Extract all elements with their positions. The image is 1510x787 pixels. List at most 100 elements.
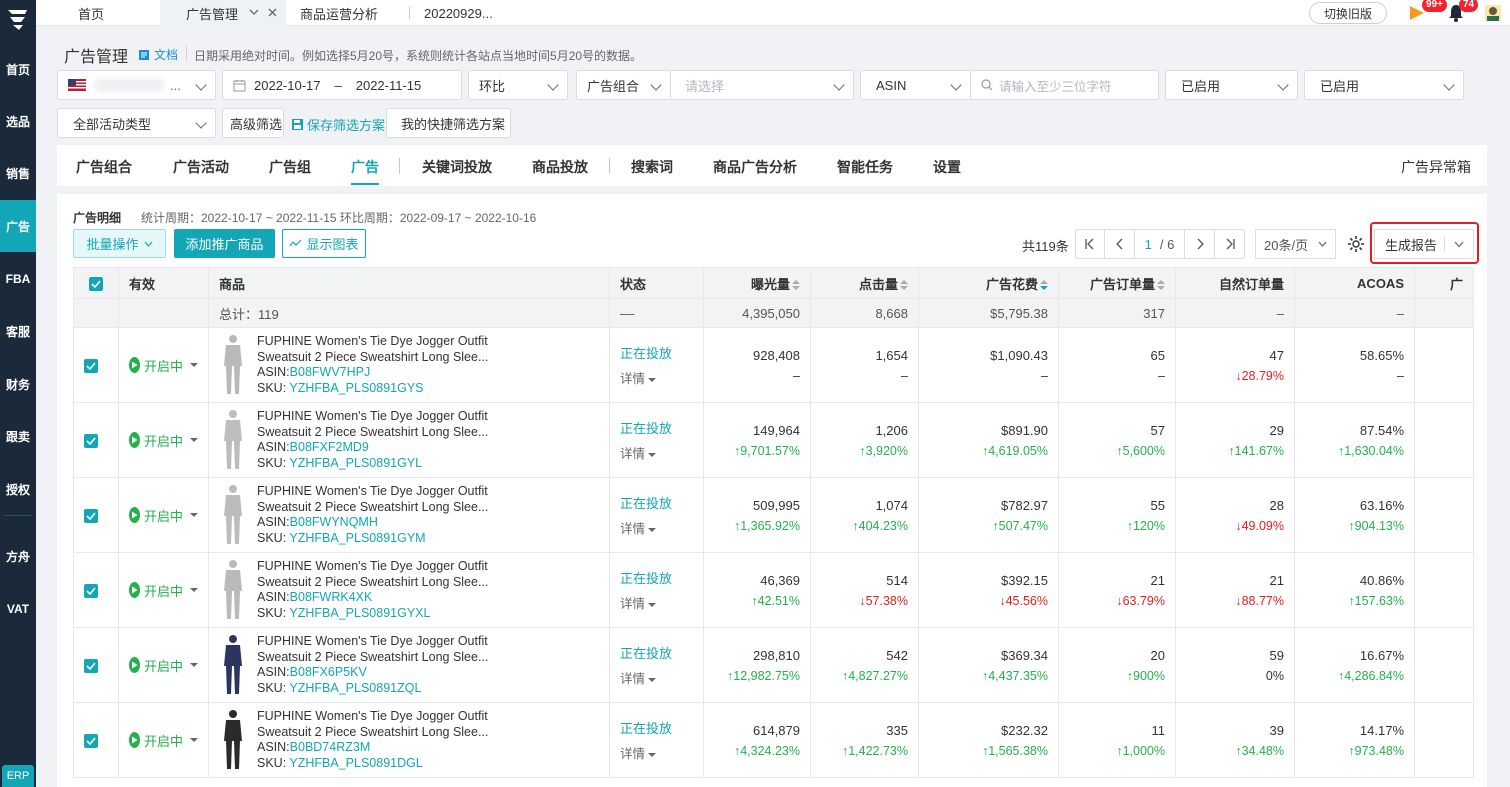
row-state-cell[interactable]: 开启中 xyxy=(118,552,209,628)
status-select-1[interactable]: 已启用 xyxy=(1165,70,1298,100)
erp-button[interactable]: ERP xyxy=(2,765,34,787)
row-checkbox[interactable] xyxy=(84,583,98,598)
tab-ad-group[interactable]: 广告组 xyxy=(269,157,311,185)
product-title-line2[interactable]: Sweatsuit 2 Piece Sweatshirt Long Slee..… xyxy=(257,650,488,666)
row-select-cell[interactable] xyxy=(73,327,119,403)
sidebar-item-service[interactable]: 客服 xyxy=(0,305,36,357)
table-row[interactable]: 开启中 FUPHINE Women's Tie Dye Jogger Outfi… xyxy=(73,327,1474,403)
asin-link[interactable]: B08FX6P5KV xyxy=(290,665,367,679)
tab-product-analysis[interactable]: 商品运营分析 xyxy=(286,0,410,26)
product-title-line1[interactable]: FUPHINE Women's Tie Dye Jogger Outfit xyxy=(257,709,488,725)
sidebar-item-home[interactable]: 首页 xyxy=(0,43,36,95)
row-select-cell[interactable] xyxy=(73,702,119,778)
row-state-cell[interactable]: 开启中 xyxy=(118,327,209,403)
product-thumbnail[interactable] xyxy=(219,484,247,546)
show-chart-button[interactable]: 显示图表 xyxy=(282,229,366,258)
product-thumbnail[interactable] xyxy=(219,409,247,471)
marketplace-select[interactable]: ... xyxy=(57,70,216,100)
sku-link[interactable]: YZHFBA_PLS0891GYS xyxy=(289,381,423,395)
tab-report-20220929[interactable]: 20220929... xyxy=(410,0,530,26)
batch-operation-button[interactable]: 批量操作 xyxy=(73,229,166,258)
row-checkbox[interactable] xyxy=(84,658,98,673)
sku-link[interactable]: YZHFBA_PLS0891DGL xyxy=(289,756,422,770)
asin-link[interactable]: B08FXF2MD9 xyxy=(290,440,369,454)
product-title-line1[interactable]: FUPHINE Women's Tie Dye Jogger Outfit xyxy=(257,484,488,500)
table-row[interactable]: 开启中 FUPHINE Women's Tie Dye Jogger Outfi… xyxy=(73,477,1474,553)
product-title-line2[interactable]: Sweatsuit 2 Piece Sweatshirt Long Slee..… xyxy=(257,425,488,441)
date-range-picker[interactable]: 2022-10-17 – 2022-11-15 xyxy=(222,70,462,100)
tab-product-ad-analysis[interactable]: 商品广告分析 xyxy=(713,157,797,185)
tab-home[interactable]: 首页 xyxy=(64,0,160,26)
add-product-button[interactable]: 添加推广商品 xyxy=(174,229,275,258)
sidebar-item-fba[interactable]: FBA xyxy=(0,253,36,305)
row-checkbox[interactable] xyxy=(84,508,98,523)
sidebar-item-finance[interactable]: 财务 xyxy=(0,358,36,410)
prev-page-button[interactable] xyxy=(1105,229,1135,259)
activity-type-select[interactable]: 全部活动类型 xyxy=(57,108,216,138)
save-scheme-button[interactable]: 保存筛选方案 xyxy=(291,115,385,134)
first-page-button[interactable] xyxy=(1075,229,1105,259)
tab-keyword-targeting[interactable]: 关键词投放 xyxy=(422,157,492,185)
doc-link[interactable]: 文档 xyxy=(138,46,178,63)
sidebar-item-vat[interactable]: VAT xyxy=(0,583,36,635)
row-state-cell[interactable]: 开启中 xyxy=(118,702,209,778)
avatar[interactable] xyxy=(1484,4,1502,22)
tab-ad-management[interactable]: 广告管理 xyxy=(160,0,286,26)
product-thumbnail[interactable] xyxy=(219,334,247,396)
detail-dropdown[interactable]: 详情 xyxy=(620,518,693,537)
header-spend[interactable]: 广告花费 xyxy=(918,267,1059,299)
state-toggle[interactable]: 开启中 xyxy=(129,656,198,675)
row-select-cell[interactable] xyxy=(73,627,119,703)
sku-link[interactable]: YZHFBA_PLS0891GYXL xyxy=(289,606,430,620)
tab-ad[interactable]: 广告 xyxy=(351,157,379,185)
table-row[interactable]: 开启中 FUPHINE Women's Tie Dye Jogger Outfi… xyxy=(73,402,1474,478)
table-row[interactable]: 开启中 FUPHINE Women's Tie Dye Jogger Outfi… xyxy=(73,627,1474,703)
compare-select[interactable]: 环比 xyxy=(468,70,568,100)
row-checkbox[interactable] xyxy=(84,358,98,373)
product-title-line2[interactable]: Sweatsuit 2 Piece Sweatshirt Long Slee..… xyxy=(257,500,488,516)
detail-dropdown[interactable]: 详情 xyxy=(620,668,693,687)
row-checkbox[interactable] xyxy=(84,733,98,748)
product-title-line1[interactable]: FUPHINE Women's Tie Dye Jogger Outfit xyxy=(257,559,488,575)
switch-old-version-button[interactable]: 切换旧版 xyxy=(1309,2,1387,24)
row-checkbox[interactable] xyxy=(84,433,98,448)
sku-link[interactable]: YZHFBA_PLS0891GYM xyxy=(289,531,425,545)
asin-link[interactable]: B08FWYNQMH xyxy=(290,515,378,529)
asin-link[interactable]: B0BD74RZ3M xyxy=(290,740,371,754)
next-page-button[interactable] xyxy=(1185,229,1215,259)
sku-link[interactable]: YZHFBA_PLS0891ZQL xyxy=(289,681,421,695)
row-state-cell[interactable]: 开启中 xyxy=(118,627,209,703)
my-scheme-button[interactable]: 我的快捷筛选方案 xyxy=(386,108,511,138)
state-toggle[interactable]: 开启中 xyxy=(129,731,198,750)
sidebar-item-ark[interactable]: 方舟 xyxy=(0,530,36,582)
sidebar-item-auth[interactable]: 授权 xyxy=(0,463,36,515)
sidebar-item-selection[interactable]: 选品 xyxy=(0,95,36,147)
tab-campaign[interactable]: 广告活动 xyxy=(173,157,229,185)
product-thumbnail[interactable] xyxy=(219,634,247,696)
tab-settings[interactable]: 设置 xyxy=(933,157,961,185)
detail-dropdown[interactable]: 详情 xyxy=(620,443,693,462)
tab-product-targeting[interactable]: 商品投放 xyxy=(532,157,588,185)
product-title-line2[interactable]: Sweatsuit 2 Piece Sweatshirt Long Slee..… xyxy=(257,350,488,366)
page-size-select[interactable]: 20条/页 xyxy=(1255,229,1336,259)
tab-ad-portfolio[interactable]: 广告组合 xyxy=(76,157,132,185)
state-toggle[interactable]: 开启中 xyxy=(129,356,198,375)
table-row[interactable]: 开启中 FUPHINE Women's Tie Dye Jogger Outfi… xyxy=(73,552,1474,628)
row-state-cell[interactable]: 开启中 xyxy=(118,402,209,478)
detail-dropdown[interactable]: 详情 xyxy=(620,368,693,387)
last-page-button[interactable] xyxy=(1215,229,1245,259)
page-input[interactable]: 1 / 6 xyxy=(1135,229,1185,259)
chevron-down-icon[interactable] xyxy=(249,8,259,16)
sidebar-item-sales[interactable]: 销售 xyxy=(0,147,36,199)
row-select-cell[interactable] xyxy=(73,552,119,628)
select-all-checkbox[interactable] xyxy=(89,276,103,291)
product-thumbnail[interactable] xyxy=(219,559,247,621)
header-impressions[interactable]: 曝光量 xyxy=(703,267,811,299)
tab-smart-tasks[interactable]: 智能任务 xyxy=(837,157,893,185)
row-select-cell[interactable] xyxy=(73,477,119,553)
group-type-select[interactable]: 广告组合 xyxy=(576,70,670,100)
product-title-line1[interactable]: FUPHINE Women's Tie Dye Jogger Outfit xyxy=(257,409,488,425)
asin-link[interactable]: B08FWV7HPJ xyxy=(290,365,371,379)
table-row[interactable]: 开启中 FUPHINE Women's Tie Dye Jogger Outfi… xyxy=(73,702,1474,778)
state-toggle[interactable]: 开启中 xyxy=(129,581,198,600)
